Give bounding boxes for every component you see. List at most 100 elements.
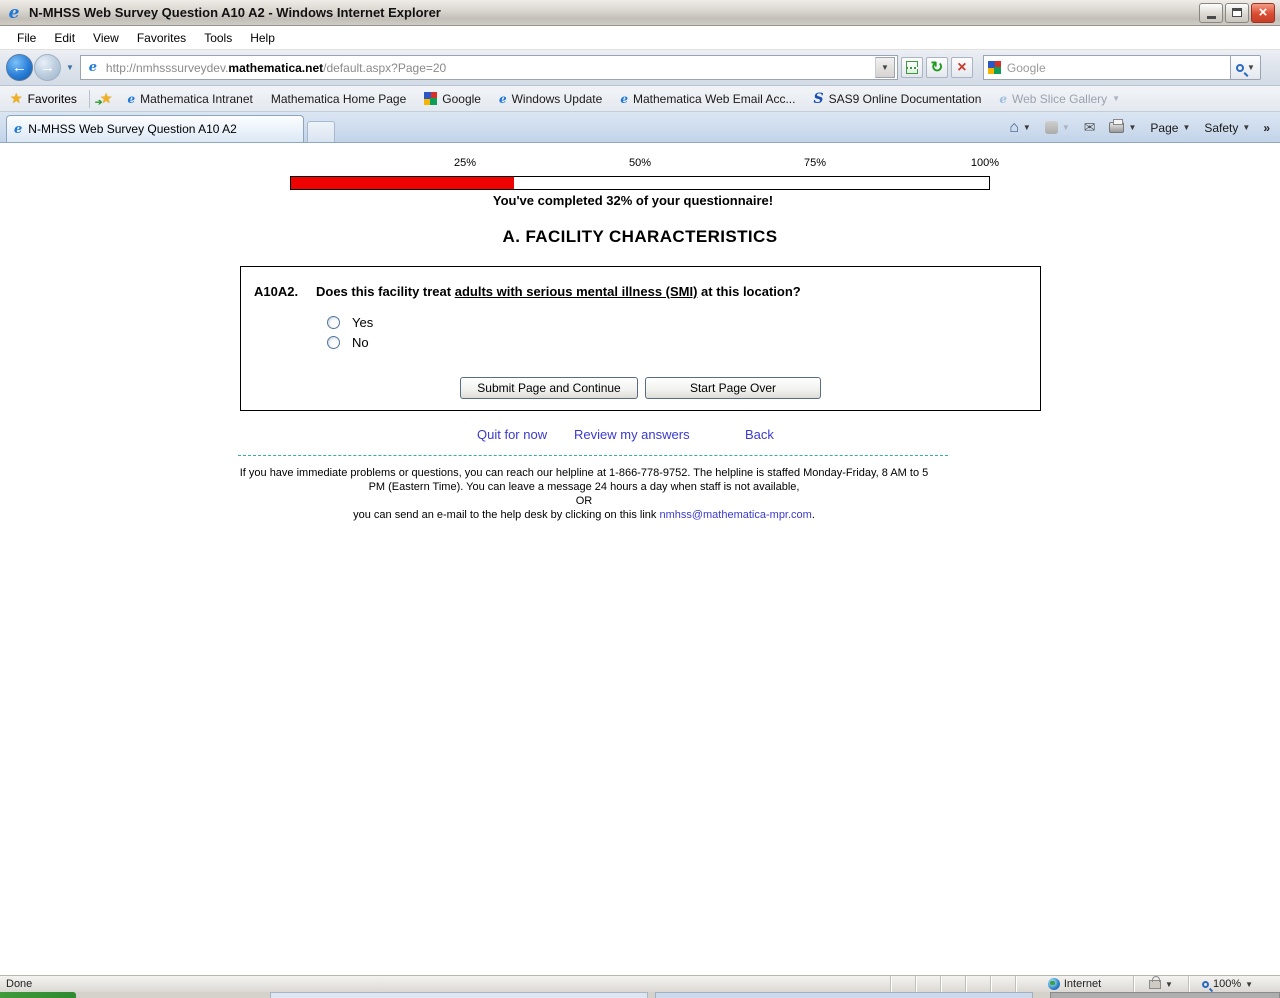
submit-page-button[interactable]: Submit Page and Continue [460, 377, 638, 399]
helpdesk-email-link[interactable]: nmhss@mathematica-mpr.com [659, 509, 811, 521]
page-menu-button[interactable]: Page ▼ [1145, 119, 1195, 137]
minimize-icon [1206, 15, 1216, 19]
back-link[interactable]: Back [745, 427, 774, 442]
mail-icon: ✉ [1083, 119, 1096, 135]
home-button[interactable]: ⌂ ▼ [1004, 119, 1036, 137]
menu-edit[interactable]: Edit [45, 28, 84, 48]
dashed-separator [238, 455, 948, 456]
start-button-sliver[interactable] [0, 992, 76, 998]
close-button[interactable]: × [1251, 2, 1275, 23]
navigation-bar: ← → ▼ e http://nmhsssurveydev.mathematic… [0, 50, 1280, 86]
progress-bar [290, 176, 990, 190]
address-bar[interactable]: e http://nmhsssurveydev.mathematica.net/… [79, 55, 898, 80]
restore-icon [1232, 8, 1242, 17]
favorites-bar: ★ Favorites ★ ➔ e Mathematica Intranet M… [0, 86, 1280, 112]
taskbar-button[interactable] [655, 992, 1033, 998]
tab-active[interactable]: e N-MHSS Web Survey Question A10 A2 [6, 115, 304, 142]
ie-favicon: e [127, 91, 136, 106]
favorite-label: Mathematica Home Page [270, 91, 407, 106]
protected-mode-button[interactable]: ▼ [1133, 975, 1188, 992]
search-icon [1235, 63, 1244, 72]
google-icon [424, 92, 438, 105]
menu-help[interactable]: Help [241, 28, 284, 48]
question-number: A10A2. [254, 284, 299, 299]
favorite-link-google[interactable]: Google [415, 89, 490, 109]
favorite-link-mathematica-intranet[interactable]: e Mathematica Intranet [118, 89, 261, 109]
print-icon [1109, 119, 1125, 133]
add-to-favorites-button[interactable]: ★ ➔ [94, 90, 119, 107]
window-title: N-MHSS Web Survey Question A10 A2 - Wind… [29, 5, 441, 20]
compatibility-view-button[interactable] [900, 57, 923, 78]
more-commands-button[interactable]: » [1259, 121, 1274, 135]
favorite-link-mathematica-home[interactable]: Mathematica Home Page [262, 89, 415, 109]
compatibility-view-icon [905, 61, 918, 74]
search-go-button[interactable]: ▼ [1230, 55, 1261, 80]
help-line-3: you can send an e-mail to the help desk … [353, 509, 815, 521]
safety-menu-button[interactable]: Safety ▼ [1199, 119, 1255, 137]
favorite-label: Windows Update [511, 91, 603, 106]
favorites-button[interactable]: ★ Favorites [6, 88, 85, 109]
menu-view[interactable]: View [84, 28, 128, 48]
progress-label-50: 50% [628, 157, 652, 169]
sas-icon: S [813, 90, 824, 107]
taskbar-button[interactable] [270, 992, 648, 998]
status-pane [890, 976, 915, 992]
feeds-button[interactable]: ▼ [1040, 119, 1075, 136]
taskbar-button[interactable] [1050, 992, 1280, 998]
back-button[interactable]: ← [6, 54, 33, 81]
progress-label-75: 75% [803, 157, 827, 169]
radio-no[interactable] [327, 336, 340, 349]
chevron-down-icon: ▼ [1242, 123, 1251, 132]
favorite-label: Web Slice Gallery [1012, 91, 1108, 106]
print-button[interactable]: ▼ [1104, 119, 1141, 135]
help-line-2: PM (Eastern Time). You can leave a messa… [368, 481, 800, 493]
favorite-label: Mathematica Intranet [140, 91, 253, 106]
quit-link[interactable]: Quit for now [477, 427, 547, 442]
review-answers-link[interactable]: Review my answers [574, 427, 690, 442]
internet-globe-icon [1047, 978, 1060, 990]
chevron-down-icon: ▼ [1022, 123, 1031, 132]
forward-button[interactable]: → [34, 54, 61, 81]
radio-no-label: No [352, 335, 369, 350]
stop-button[interactable]: × [950, 57, 973, 78]
history-dropdown-icon[interactable]: ▼ [66, 63, 74, 72]
minimize-button[interactable] [1199, 2, 1223, 23]
chevron-down-icon: ▼ [1112, 94, 1121, 103]
status-pane [915, 976, 940, 992]
search-box[interactable] [982, 55, 1231, 80]
search-input[interactable] [1006, 60, 1226, 75]
security-zone: Internet [1015, 976, 1133, 992]
add-favorite-arrow-icon: ➔ [94, 97, 103, 107]
button-row: Submit Page and Continue Start Page Over [241, 377, 1040, 399]
question-underlined-phrase: adults with serious mental illness (SMI) [454, 284, 698, 299]
favorite-link-web-slice-gallery[interactable]: e Web Slice Gallery ▼ [990, 89, 1129, 109]
new-tab-button[interactable] [307, 121, 335, 142]
status-text: Done [6, 978, 33, 990]
question-text: A10A2. Does this facility treat adults w… [254, 284, 801, 299]
start-page-over-button[interactable]: Start Page Over [645, 377, 821, 399]
browser-window: e N-MHSS Web Survey Question A10 A2 - Wi… [0, 0, 1280, 998]
read-mail-button[interactable]: ✉ [1079, 117, 1101, 138]
favorite-link-windows-update[interactable]: e Windows Update [490, 89, 611, 109]
chevron-down-icon: ▼ [1128, 123, 1137, 132]
status-pane [990, 976, 1015, 992]
menu-tools[interactable]: Tools [195, 28, 241, 48]
home-icon: ⌂ [1009, 118, 1019, 136]
status-pane [940, 976, 965, 992]
restore-button[interactable] [1225, 2, 1249, 23]
favorite-link-sas9-docs[interactable]: S SAS9 Online Documentation [804, 88, 990, 110]
question-body: Does this facility treat adults with ser… [316, 284, 801, 299]
radio-yes[interactable] [327, 316, 340, 329]
zoom-control[interactable]: 100% ▼ [1188, 976, 1266, 992]
menu-favorites[interactable]: Favorites [128, 28, 195, 48]
ie-favicon: e [999, 91, 1008, 106]
option-row-no: No [327, 335, 369, 350]
address-dropdown-button[interactable]: ▼ [874, 57, 895, 78]
close-icon: × [1258, 4, 1268, 21]
favorite-link-web-email[interactable]: e Mathematica Web Email Acc... [611, 89, 804, 109]
refresh-button[interactable]: ↻ [925, 57, 948, 78]
menu-file[interactable]: File [8, 28, 45, 48]
chevron-down-icon: ▼ [1182, 123, 1191, 132]
search-dropdown-icon[interactable]: ▼ [1247, 63, 1255, 72]
tab-title: N-MHSS Web Survey Question A10 A2 [28, 122, 237, 136]
